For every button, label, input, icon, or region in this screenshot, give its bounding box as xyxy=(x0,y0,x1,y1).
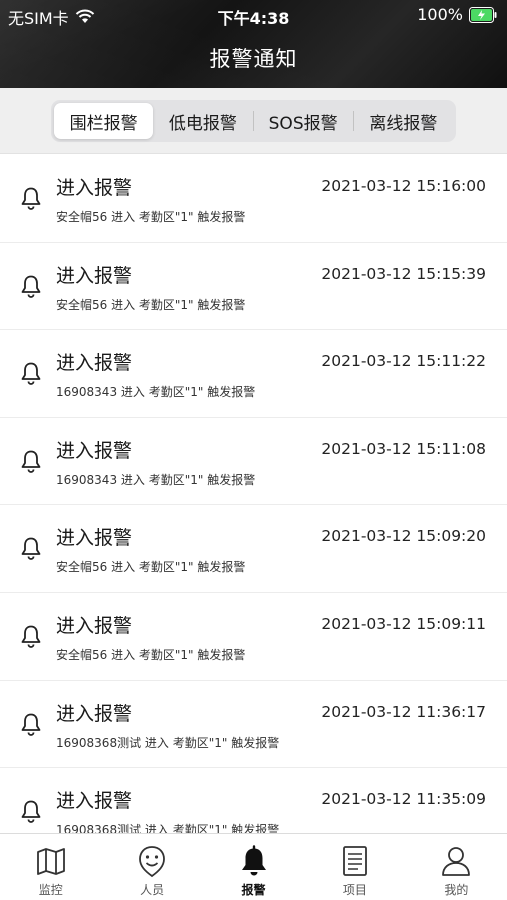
alarm-description: 安全帽56 进入 考勤区"1" 触发报警 xyxy=(56,210,246,224)
tabbar-item-monitor[interactable]: 监控 xyxy=(0,834,101,900)
tab-sos-alarm[interactable]: SOS报警 xyxy=(254,103,353,139)
bell-icon xyxy=(21,187,41,210)
bell-icon xyxy=(21,275,41,298)
alarm-description: 安全帽56 进入 考勤区"1" 触发报警 xyxy=(56,560,246,575)
bell-icon xyxy=(21,537,41,561)
alarm-time: 2021-03-12 15:16:00 xyxy=(321,177,486,195)
tabbar-label: 监控 xyxy=(38,883,63,897)
list-item[interactable]: 进入报警 2021-03-12 15:15:39 安全帽56 进入 考勤区"1"… xyxy=(0,242,507,331)
bell-icon xyxy=(21,362,41,386)
alarm-time: 2021-03-12 11:35:09 xyxy=(321,790,486,809)
tabbar-label: 人员 xyxy=(140,883,165,897)
tab-offline-alarm[interactable]: 离线报警 xyxy=(354,103,453,139)
alarm-title: 进入报警 xyxy=(56,177,133,199)
bell-icon xyxy=(21,800,41,824)
alarm-time: 2021-03-12 15:11:22 xyxy=(321,352,486,371)
bell-icon xyxy=(241,845,266,876)
tabbar-item-personnel[interactable]: 人员 xyxy=(101,834,202,900)
alarm-time: 2021-03-12 15:11:08 xyxy=(321,439,486,458)
list-item[interactable]: 进入报警 2021-03-12 11:36:17 16908368测试 进入 考… xyxy=(0,680,507,769)
alarm-title: 进入报警 xyxy=(56,352,133,375)
alarm-time: 2021-03-12 11:36:17 xyxy=(321,702,486,721)
alarm-time: 2021-03-12 15:09:11 xyxy=(321,614,486,633)
alarm-title: 进入报警 xyxy=(56,614,133,637)
list-item[interactable]: 进入报警 2021-03-12 15:16:00 安全帽56 进入 考勤区"1"… xyxy=(0,155,507,243)
tabbar-label: 我的 xyxy=(444,883,469,897)
alarm-list: 进入报警 2021-03-12 15:16:00 安全帽56 进入 考勤区"1"… xyxy=(0,155,507,856)
battery-percent: 100% xyxy=(417,5,463,24)
map-icon xyxy=(36,848,65,875)
list-item[interactable]: 进入报警 2021-03-12 15:11:08 16908343 进入 考勤区… xyxy=(0,417,507,506)
tabbar-item-alarm[interactable]: 报警 xyxy=(203,834,304,900)
tabbar-item-mine[interactable]: 我的 xyxy=(406,834,507,900)
tabbar-label: 项目 xyxy=(342,883,367,897)
tab-low-battery-alarm[interactable]: 低电报警 xyxy=(153,103,252,139)
alarm-description: 16908343 进入 考勤区"1" 触发报警 xyxy=(56,385,256,400)
alarm-description: 安全帽56 进入 考勤区"1" 触发报警 xyxy=(56,297,246,312)
alarm-type-segmented-control: 围栏报警 低电报警 SOS报警 离线报警 xyxy=(51,100,456,142)
tabbar-label: 报警 xyxy=(241,883,266,897)
tabbar-item-project[interactable]: 项目 xyxy=(304,834,405,900)
alarm-time: 2021-03-12 15:09:20 xyxy=(321,527,486,546)
user-profile-icon xyxy=(442,847,471,876)
battery-group: 100% xyxy=(417,5,497,24)
bell-icon xyxy=(21,713,41,736)
bottom-tab-bar: 监控 人员 报警 项目 我的 xyxy=(0,833,507,900)
list-item[interactable]: 进入报警 2021-03-12 15:11:22 16908343 进入 考勤区… xyxy=(0,330,507,418)
document-list-icon xyxy=(343,846,367,876)
list-item[interactable]: 进入报警 2021-03-12 15:09:20 安全帽56 进入 考勤区"1"… xyxy=(0,505,507,593)
bell-icon xyxy=(21,625,41,648)
alarm-description: 16908343 进入 考勤区"1" 触发报警 xyxy=(56,472,256,487)
alarm-description: 16908368测试 进入 考勤区"1" 触发报警 xyxy=(56,735,280,750)
header-bar: 无SIM卡 下午4:38 100% 报警通知 xyxy=(0,0,507,88)
list-item[interactable]: 进入报警 2021-03-12 15:09:11 安全帽56 进入 考勤区"1"… xyxy=(0,592,507,681)
alarm-time: 2021-03-12 15:15:39 xyxy=(321,264,486,283)
alarm-title: 进入报警 xyxy=(56,439,133,462)
alarm-title: 进入报警 xyxy=(56,527,133,550)
battery-charging-icon xyxy=(469,6,497,23)
bell-icon xyxy=(21,450,41,473)
tab-fence-alarm[interactable]: 围栏报警 xyxy=(54,103,154,139)
status-bar: 无SIM卡 下午4:38 100% xyxy=(0,0,507,30)
page-title: 报警通知 xyxy=(209,47,298,71)
alarm-title: 进入报警 xyxy=(56,264,133,287)
alarm-description: 安全帽56 进入 考勤区"1" 触发报警 xyxy=(56,647,246,662)
alarm-title: 进入报警 xyxy=(56,790,133,813)
alarm-title: 进入报警 xyxy=(56,702,133,725)
person-smile-icon xyxy=(139,846,166,878)
